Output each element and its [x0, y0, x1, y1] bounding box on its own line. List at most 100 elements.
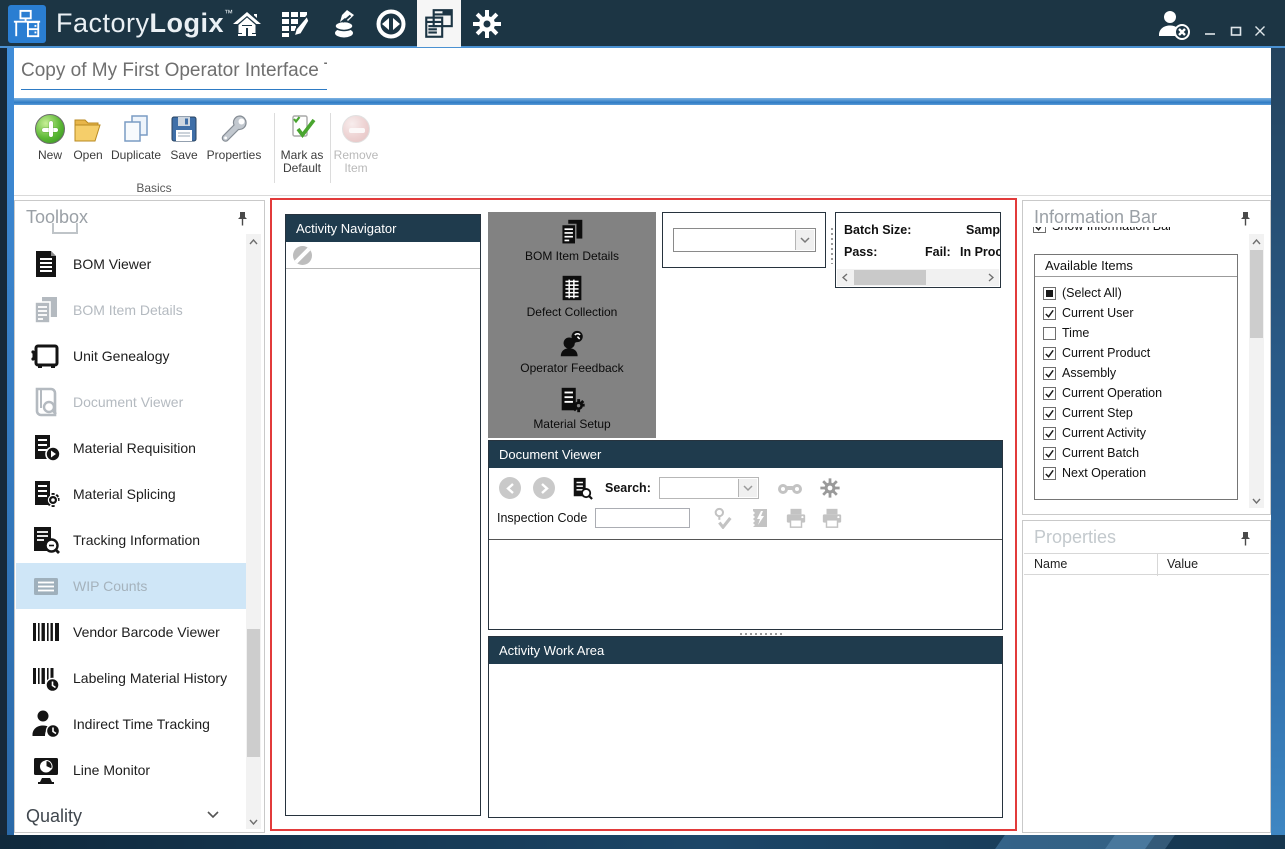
back-icon[interactable] — [499, 477, 521, 499]
toolbox-scrollbar[interactable] — [246, 234, 261, 829]
toolbox-item-indirect-time-tracking[interactable]: Indirect Time Tracking — [16, 701, 247, 747]
duplicate-icon — [119, 112, 153, 146]
document-viewer-panel[interactable]: Document Viewer Search: — [488, 440, 1003, 630]
toolbox-item-tracking-information[interactable]: Tracking Information — [16, 517, 247, 563]
scrollbar-thumb[interactable] — [247, 629, 260, 757]
chevron-down-icon[interactable] — [795, 230, 814, 250]
current-operation-checkbox[interactable] — [1043, 387, 1056, 400]
properties-button[interactable]: Properties — [210, 112, 258, 178]
home-icon[interactable] — [225, 0, 269, 47]
available-item-current-user[interactable]: Current User — [1043, 303, 1134, 323]
scroll-down-icon[interactable] — [1249, 493, 1264, 508]
mark-as-default-button[interactable]: Mark as Default — [277, 112, 327, 178]
search-combobox[interactable] — [659, 477, 759, 499]
available-item-time[interactable]: Time — [1043, 323, 1089, 343]
grid-pencil-icon[interactable] — [273, 0, 317, 47]
palette-item-operator-feedback[interactable]: Operator Feedback — [488, 324, 656, 380]
scrollbar-thumb[interactable] — [854, 270, 926, 285]
current-product-checkbox[interactable] — [1043, 347, 1056, 360]
scroll-down-icon[interactable] — [246, 814, 261, 829]
palette-item-defect-collection[interactable]: Defect Collection — [488, 268, 656, 324]
toolbox-item-vendor-barcode-viewer[interactable]: Vendor Barcode Viewer — [16, 609, 247, 655]
toolbox-item-labeling-material-history[interactable]: Labeling Material History — [16, 655, 247, 701]
select-all-checkbox[interactable] — [1043, 287, 1056, 300]
open-button[interactable]: Open — [64, 112, 112, 178]
available-item-current-operation[interactable]: Current Operation — [1043, 383, 1162, 403]
pin-icon[interactable] — [1239, 211, 1252, 232]
chevron-down-icon[interactable] — [738, 479, 757, 497]
value-column-header[interactable]: Value — [1167, 557, 1198, 571]
available-item-current-product[interactable]: Current Product — [1043, 343, 1150, 363]
save-button[interactable]: Save — [160, 112, 208, 178]
document-search-icon[interactable] — [571, 476, 593, 500]
scrollbar-thumb[interactable] — [1250, 250, 1263, 338]
remove-item-button[interactable]: Remove Item — [332, 112, 380, 178]
duplicate-button[interactable]: Duplicate — [112, 112, 160, 178]
toolbox-item-wip-counts[interactable]: WIP Counts — [16, 563, 247, 609]
forward-icon[interactable] — [533, 477, 555, 499]
next-operation-checkbox[interactable] — [1043, 467, 1056, 480]
user-logout-icon[interactable] — [1150, 0, 1198, 47]
binoculars-icon[interactable] — [777, 480, 803, 496]
template-name-input[interactable]: Copy of My First Operator Interface Temp… — [21, 60, 327, 90]
available-item-select-all[interactable]: (Select All) — [1043, 283, 1122, 303]
inspection-code-input[interactable] — [595, 508, 690, 528]
available-item-current-step[interactable]: Current Step — [1043, 403, 1133, 423]
available-item-assembly[interactable]: Assembly — [1043, 363, 1116, 383]
assembly-checkbox[interactable] — [1043, 367, 1056, 380]
pin-icon[interactable] — [1239, 531, 1252, 552]
show-information-bar-checkbox[interactable] — [1033, 227, 1046, 233]
palette-item-material-setup[interactable]: Material Setup — [488, 380, 656, 436]
minimize-button[interactable] — [1200, 22, 1220, 40]
batch-horizontal-scrollbar[interactable] — [837, 269, 999, 286]
column-divider[interactable] — [1157, 554, 1158, 576]
toolbox-item-unit-genealogy[interactable]: Unit Genealogy — [16, 333, 247, 379]
close-button[interactable] — [1250, 22, 1270, 40]
information-bar-scrollbar[interactable] — [1249, 234, 1264, 508]
available-item-label: Next Operation — [1062, 466, 1146, 480]
current-activity-checkbox[interactable] — [1043, 427, 1056, 440]
toolbox-section-quality[interactable]: Quality — [16, 801, 247, 831]
time-checkbox[interactable] — [1043, 327, 1056, 340]
document-viewer-body[interactable] — [489, 539, 1002, 629]
document-viewer-icon — [29, 385, 63, 419]
toolbox-item-line-monitor[interactable]: Line Monitor — [16, 747, 247, 793]
database-receive-icon[interactable] — [321, 0, 365, 47]
toolbox-item-material-requisition[interactable]: Material Requisition — [16, 425, 247, 471]
verify-check-icon[interactable] — [712, 507, 734, 529]
scroll-up-icon[interactable] — [246, 234, 261, 249]
available-item-current-activity[interactable]: Current Activity — [1043, 423, 1146, 443]
scroll-up-icon[interactable] — [1249, 234, 1264, 249]
scroll-left-icon[interactable] — [837, 269, 853, 286]
transfer-circle-icon[interactable] — [369, 0, 413, 47]
toolbox-item-bom-viewer[interactable]: BOM Viewer — [16, 241, 247, 287]
printer-icon[interactable] — [784, 507, 808, 529]
toolbox-item-bom-item-details[interactable]: BOM Item Details — [16, 287, 247, 333]
operator-interface-icon[interactable] — [417, 0, 461, 47]
widget-combobox[interactable] — [673, 228, 816, 252]
new-icon — [35, 114, 65, 144]
pin-icon[interactable] — [236, 211, 249, 232]
settings-gear-icon[interactable] — [465, 0, 509, 47]
activity-navigator-body[interactable] — [286, 269, 480, 815]
activity-work-area-body[interactable] — [489, 664, 1002, 817]
maximize-button[interactable] — [1226, 22, 1246, 40]
palette-item-bom-item-details[interactable]: BOM Item Details — [488, 212, 656, 268]
name-column-header[interactable]: Name — [1034, 557, 1067, 571]
vertical-splitter-handle[interactable] — [830, 228, 834, 264]
toolbox-item-document-viewer[interactable]: Document Viewer — [16, 379, 247, 425]
current-batch-checkbox[interactable] — [1043, 447, 1056, 460]
available-item-next-operation[interactable]: Next Operation — [1043, 463, 1146, 483]
activity-work-area-panel[interactable]: Activity Work Area — [488, 636, 1003, 818]
current-user-checkbox[interactable] — [1043, 307, 1056, 320]
toolbox-item-material-splicing[interactable]: Material Splicing — [16, 471, 247, 517]
settings-gear-icon[interactable] — [819, 477, 841, 499]
auto-process-icon[interactable] — [750, 507, 770, 529]
available-item-current-batch[interactable]: Current Batch — [1043, 443, 1139, 463]
scroll-right-icon[interactable] — [983, 269, 999, 286]
activity-navigator-panel[interactable]: Activity Navigator — [285, 214, 481, 816]
show-information-bar-row[interactable]: Show Information Bar — [1033, 227, 1233, 238]
printer-icon[interactable] — [820, 507, 844, 529]
properties-grid-body[interactable] — [1024, 576, 1269, 831]
current-step-checkbox[interactable] — [1043, 407, 1056, 420]
